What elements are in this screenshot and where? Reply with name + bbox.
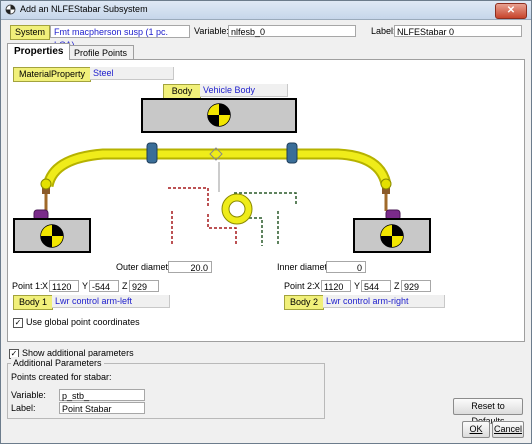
point1-z-input[interactable]: 929 [129, 280, 159, 292]
variable-input[interactable]: nlfesb_0 [228, 25, 356, 37]
ok-button[interactable]: OK [462, 421, 490, 438]
vehicle-body-cg-icon [207, 103, 231, 127]
stabar-variable-label: Variable: [11, 390, 46, 400]
global-coords-label: Use global point coordinates [26, 317, 140, 327]
body2-value[interactable]: Lwr control arm-right [323, 295, 445, 308]
properties-panel: MaterialProperty Steel Body Vehicle Body [7, 59, 525, 342]
left-bushing [146, 142, 158, 164]
variable-label: Variable: [194, 26, 229, 36]
cross-section-inner-ring [228, 200, 246, 218]
point2-y-label: Y [354, 281, 361, 291]
right-link [380, 178, 401, 221]
body1-button[interactable]: Body 1 [13, 295, 53, 310]
additional-parameters-title: Additional Parameters [11, 357, 104, 369]
points-created-label: Points created for stabar: [11, 372, 112, 382]
system-value[interactable]: Fmt macpherson susp (1 pc. LCA) [50, 25, 190, 50]
system-button[interactable]: System [10, 25, 50, 40]
reset-defaults-button[interactable]: Reset to Defaults [453, 398, 523, 426]
label-label: Label: [371, 26, 396, 36]
cancel-button[interactable]: Cancel [492, 421, 524, 438]
outer-diameter-input[interactable]: 20.0 [168, 261, 212, 273]
point1-x-label: X [42, 281, 49, 291]
body2-button[interactable]: Body 2 [284, 295, 324, 310]
inner-diameter-input[interactable]: 0 [326, 261, 366, 273]
left-link [33, 178, 52, 221]
body1-value[interactable]: Lwr control arm-left [52, 295, 170, 308]
dialog-window: Add an NLFEStabar Subsystem ✕ System Fmt… [0, 0, 532, 444]
point2-label: Point 2: [284, 281, 315, 291]
point1-x-input[interactable]: 1120 [49, 280, 79, 292]
left-body-cg-icon [40, 224, 64, 248]
point1-y-input[interactable]: -544 [89, 280, 119, 292]
stabar-diagram [13, 98, 431, 253]
point2-x-input[interactable]: 1120 [321, 280, 351, 292]
label-input[interactable]: NLFEStabar 0 [394, 25, 522, 37]
material-value[interactable]: Steel [90, 67, 174, 80]
point1-label: Point 1: [12, 281, 43, 291]
close-button[interactable]: ✕ [495, 3, 527, 19]
point1-z-label: Z [122, 281, 128, 291]
right-body-cg-icon [380, 224, 404, 248]
stabar-variable-input[interactable]: p_stb_ [59, 389, 145, 401]
title-bar: Add an NLFEStabar Subsystem ✕ [1, 1, 531, 20]
point2-x-label: X [314, 281, 321, 291]
stabar-label-label: Label: [11, 403, 36, 413]
right-bushing [286, 142, 298, 164]
stabar-label-input[interactable]: Point Stabar [59, 402, 145, 414]
app-icon [5, 4, 16, 15]
material-property-button[interactable]: MaterialProperty [13, 67, 91, 82]
global-coords-checkbox[interactable]: ✓ [13, 318, 23, 328]
point1-y-label: Y [82, 281, 89, 291]
point2-z-label: Z [394, 281, 400, 291]
tab-properties[interactable]: Properties [7, 43, 71, 60]
tab-profile-points[interactable]: Profile Points [67, 45, 135, 60]
point2-y-input[interactable]: 544 [361, 280, 391, 292]
point2-z-input[interactable]: 929 [401, 280, 431, 292]
window-title: Add an NLFEStabar Subsystem [20, 4, 148, 14]
